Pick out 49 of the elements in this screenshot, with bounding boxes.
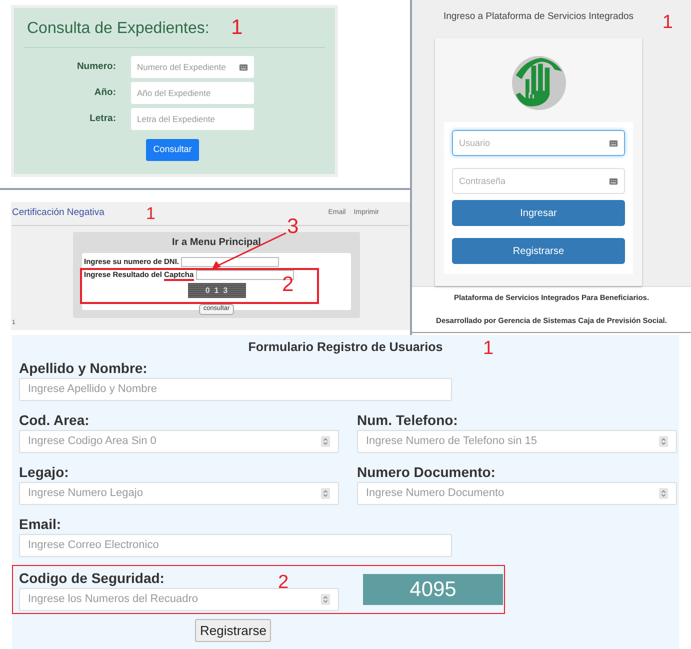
input-field[interactable]: Ingrese Numero de Telefono sin 15 [357,430,677,453]
field-label: Cod. Area: [19,411,90,430]
input-field[interactable]: Numero del Expediente [131,56,254,78]
field-label: Año: [93,86,117,100]
field-label: Letra: [88,112,117,126]
spinner-icon[interactable] [321,488,330,499]
annotation-number: 1 [231,17,243,38]
keyboard-icon [239,62,248,72]
captcha-image: 0 1 3 [188,283,246,298]
register-button[interactable]: Registrarse [195,619,272,642]
spinner-icon[interactable] [321,594,330,604]
field-label: Num. Telefono: [357,411,458,430]
annotation-number: 1 [146,205,156,222]
annotation-number: 2 [282,274,294,295]
input-field[interactable]: Ingrese Apellido y Nombre [19,378,452,401]
input-field[interactable]: Contraseña [452,168,625,194]
spinner-icon[interactable] [321,436,330,447]
input-field[interactable]: Ingrese Codigo Area Sin 0 [19,430,339,453]
spinner-icon[interactable] [659,436,668,447]
input-field[interactable]: Ingrese Numero Legajo [19,482,339,505]
keyboard-icon [609,176,618,186]
hand-logo [512,56,566,110]
form-title: Formulario Registro de Usuarios [248,338,443,356]
input-field[interactable]: Ingrese Numero Documento [357,482,677,505]
panel-title: Consulta de Expedientes: [27,19,210,39]
login-button[interactable]: Ingresar [452,200,625,226]
annotation-number: 1 [662,13,673,32]
annotation-number: 1 [483,339,494,358]
input-field[interactable]: Usuario [452,130,625,156]
input-field[interactable]: Año del Expediente [131,82,254,104]
security-code: 4095 [363,574,503,605]
field-label: Numero Documento: [357,463,496,482]
spinner-icon[interactable] [659,488,668,499]
consultar-button[interactable]: Consultar [146,138,199,161]
page-title: Ingreso a Plataforma de Servicios Integrados [443,10,634,24]
input-field[interactable]: Letra del Expediente [131,108,254,130]
field-label: Legajo: [19,463,69,482]
page-title: Certificación Negativa [12,206,104,220]
field-label: Codigo de Seguridad: [19,568,164,588]
field-label: Apellido y Nombre: [19,359,148,378]
field-label: Numero: [76,60,117,74]
login-button[interactable]: Registrarse [452,238,625,264]
annotation-number: 3 [287,216,299,237]
field-label: Email: [19,515,62,534]
input-field[interactable]: Ingrese los Numeros del Recuadro [19,588,339,610]
keyboard-icon [609,138,618,148]
box-title: Ir a Menu Principal [172,236,261,250]
input-field[interactable] [181,257,280,267]
input-field[interactable]: Ingrese Correo Electronico [19,534,452,557]
